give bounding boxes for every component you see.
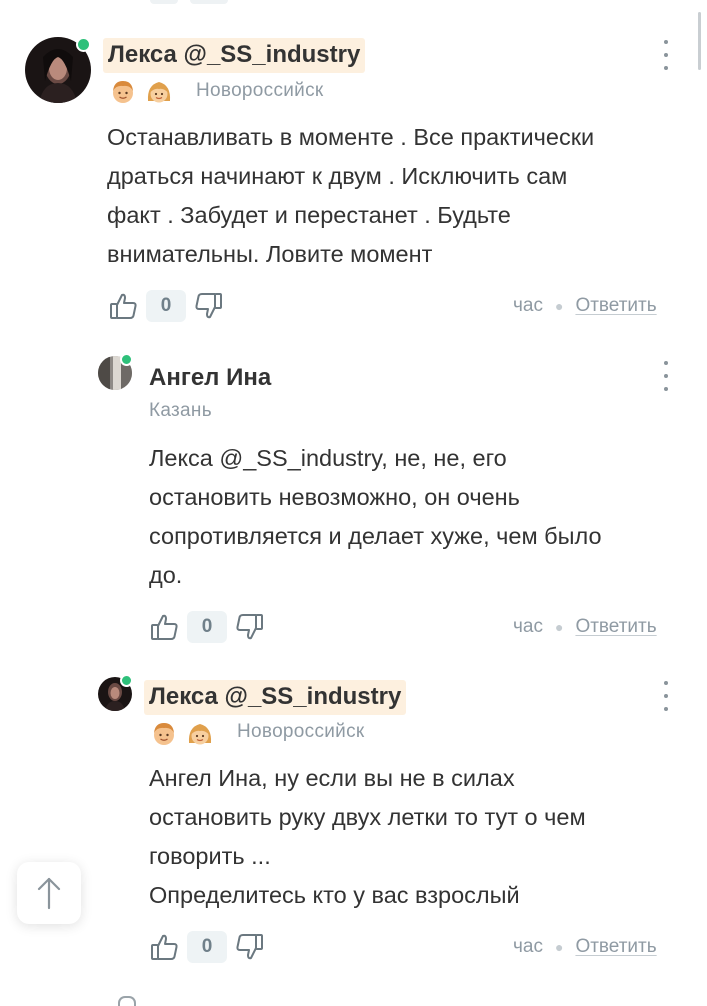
reply-link[interactable]: Ответить (575, 616, 656, 638)
comment-location: Новороссийск (196, 80, 324, 101)
scrollbar[interactable] (698, 12, 701, 70)
boy-emoji-icon (154, 723, 174, 745)
comment-meta: час ● Ответить (513, 936, 657, 958)
comment-author[interactable]: Лекса @_SS_industry (144, 680, 407, 715)
comment-text-line: сопротивляется и делает хуже, чем было (149, 523, 602, 549)
comment-text-line: факт . Забудет и перестанет . Будьте (107, 202, 511, 228)
girl-emoji-icon (188, 724, 212, 745)
comment-text-line: Останавливать в моменте . Все практическ… (107, 124, 595, 150)
more-options-icon[interactable] (654, 681, 678, 711)
comment-text-line: говорить ... (149, 843, 271, 869)
likes-count: 0 (187, 611, 227, 643)
user-badges (110, 79, 172, 105)
more-options-icon[interactable] (654, 361, 678, 391)
comment-time: час (513, 936, 543, 957)
next-comment-avatar-fragment (118, 996, 136, 1006)
comment-author[interactable]: Лекса @_SS_industry (103, 38, 366, 73)
arrow-up-icon (37, 877, 61, 910)
separator-dot: ● (554, 298, 564, 314)
comment-text-line: остановить невозможно, он очень (149, 484, 520, 510)
vote-bar: 0 (108, 289, 224, 323)
boy-emoji-icon (113, 81, 133, 103)
comment-time: час (513, 295, 543, 316)
avatar[interactable] (98, 353, 133, 390)
thumbs-up-icon[interactable] (149, 931, 181, 963)
scroll-to-top-button[interactable] (17, 862, 81, 924)
comment-text-line: до. (149, 562, 183, 588)
previous-comment-fragment (0, 0, 707, 10)
comment-text-line: Ангел Ина, ну если вы не в силах (149, 765, 515, 791)
comment-meta: час ● Ответить (513, 295, 657, 317)
avatar[interactable] (98, 674, 133, 711)
avatar[interactable] (25, 37, 91, 103)
comment-text-line: Лекса @_SS_industry, не, не, его (149, 445, 507, 471)
vote-bar: 0 (149, 610, 265, 644)
likes-count: 0 (187, 931, 227, 963)
thumbs-down-icon[interactable] (233, 611, 265, 643)
reply-link[interactable]: Ответить (575, 936, 656, 958)
comment-text-line: остановить руку двух летки то тут о чем (149, 804, 586, 830)
user-badges (151, 721, 213, 747)
comment-location: Новороссийск (237, 721, 365, 742)
thumbs-up-icon[interactable] (149, 611, 181, 643)
comment-text-line: внимательны. Ловите момент (107, 241, 433, 267)
vote-bar: 0 (149, 930, 265, 964)
comment-text-line: Определитесь кто у вас взрослый (149, 882, 520, 908)
separator-dot: ● (554, 619, 564, 635)
separator-dot: ● (554, 939, 564, 955)
thumbs-down-icon[interactable] (233, 931, 265, 963)
more-options-icon[interactable] (654, 40, 678, 70)
thumbs-up-icon[interactable] (108, 290, 140, 322)
girl-emoji-icon (147, 82, 171, 103)
comment-author[interactable]: Ангел Ина (149, 364, 271, 392)
comment-time: час (513, 616, 543, 637)
reply-link[interactable]: Ответить (575, 295, 656, 317)
comment-text-line: драться начинают к двум . Исключить сам (107, 163, 568, 189)
comment-meta: час ● Ответить (513, 616, 657, 638)
likes-count: 0 (146, 290, 186, 322)
thumbs-down-icon[interactable] (192, 290, 224, 322)
comment-location: Казань (149, 400, 212, 421)
